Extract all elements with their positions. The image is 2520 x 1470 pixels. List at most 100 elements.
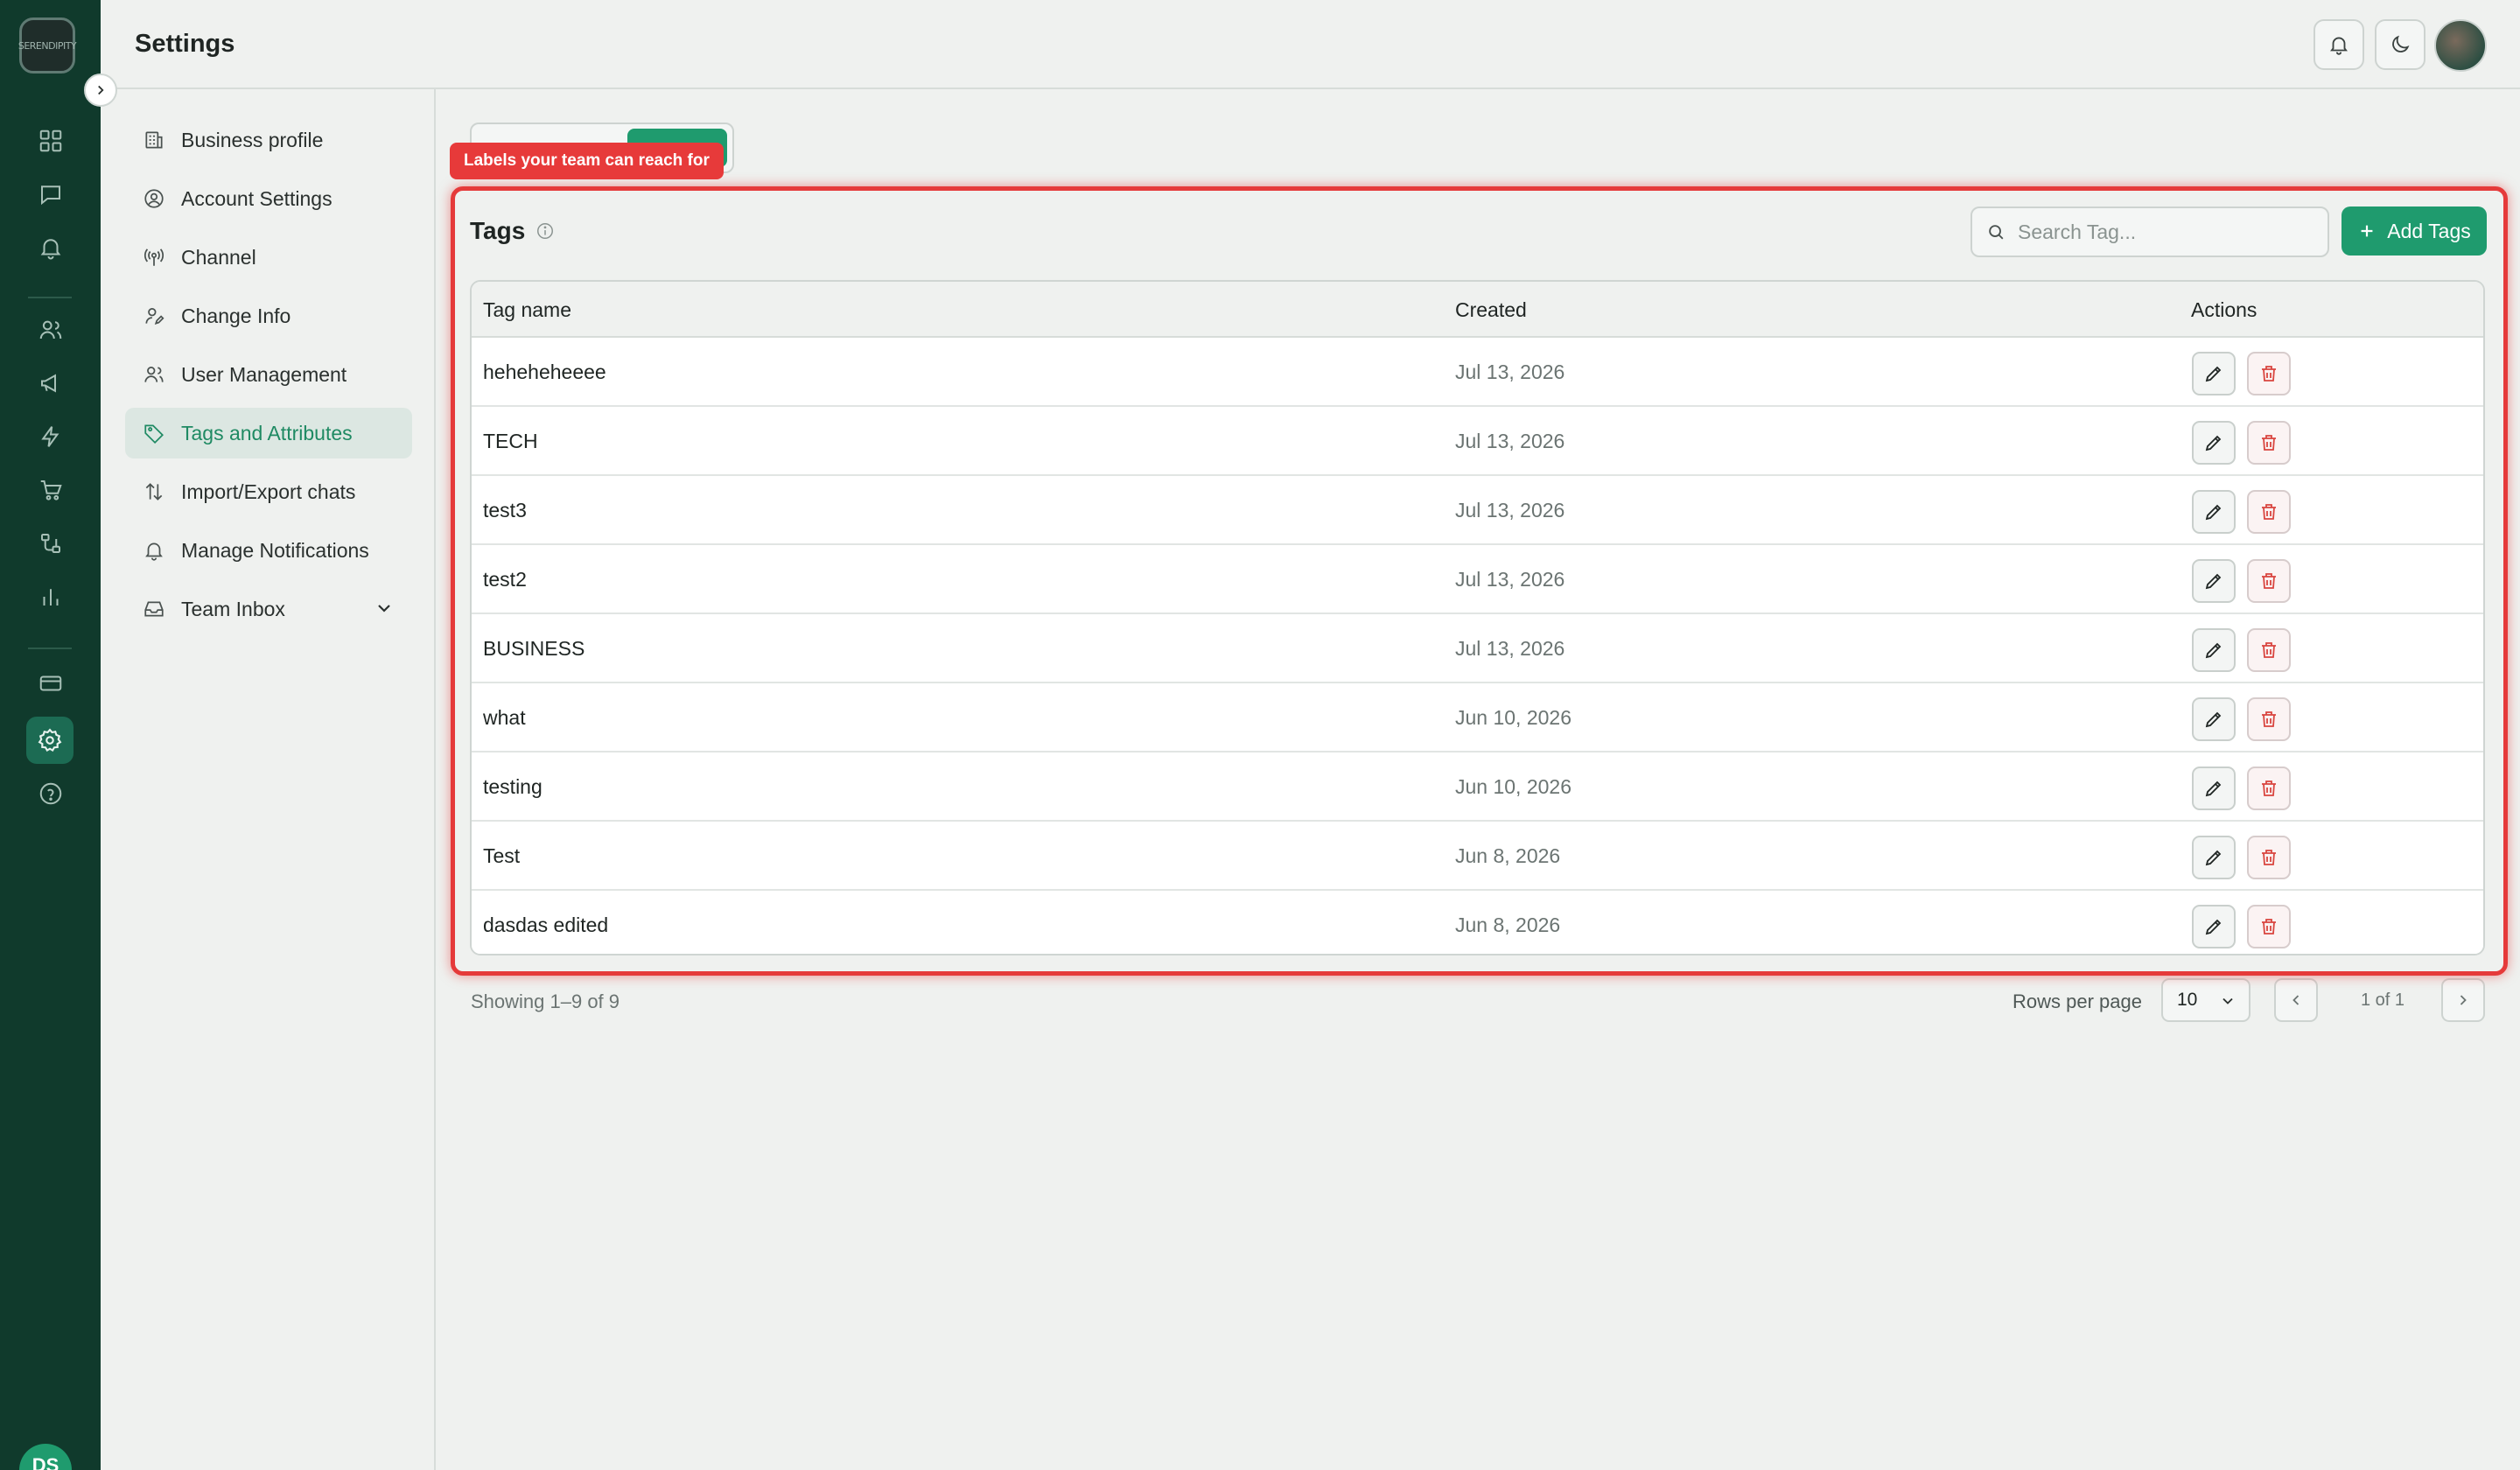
bolt-icon[interactable] — [32, 417, 70, 456]
edit-tag-button[interactable] — [2192, 905, 2236, 948]
created-date-cell: Jul 13, 2026 — [1455, 360, 1565, 383]
subnav-item-team-inbox[interactable]: Team Inbox — [125, 584, 412, 634]
flow-icon[interactable] — [32, 524, 70, 563]
subnav-item-business-profile[interactable]: Business profile — [125, 115, 412, 165]
users-icon — [143, 362, 167, 387]
rows-per-page-select[interactable]: 10 — [2161, 978, 2250, 1022]
delete-tag-button[interactable] — [2247, 421, 2291, 465]
trash-icon — [2262, 573, 2276, 589]
delete-tag-button[interactable] — [2247, 559, 2291, 603]
delete-tag-button[interactable] — [2247, 905, 2291, 948]
dashboard-icon[interactable] — [32, 122, 70, 160]
subnav-item-import-export-chats[interactable]: Import/Export chats — [125, 466, 412, 517]
edit-tag-button[interactable] — [2192, 697, 2236, 741]
app-logo[interactable]: SERENDIPITY — [18, 18, 77, 74]
table-row: heheheheeee Jul 13, 2026 — [472, 338, 2483, 407]
table-row: Test Jun 8, 2026 — [472, 822, 2483, 891]
info-icon[interactable] — [536, 221, 555, 241]
profile-avatar[interactable] — [2434, 19, 2487, 72]
subnav-label: Business profile — [181, 128, 324, 151]
delete-tag-button[interactable] — [2247, 836, 2291, 879]
cart-icon[interactable] — [32, 471, 70, 509]
user-circle-icon — [143, 186, 167, 211]
edit-tag-button[interactable] — [2192, 766, 2236, 810]
notifications-button[interactable] — [2314, 19, 2364, 70]
billing-icon[interactable] — [32, 664, 70, 703]
chevron-right-icon — [2460, 995, 2467, 1005]
tags-title: Tags — [470, 217, 555, 245]
rail-divider — [28, 297, 72, 298]
rows-per-page-value: 10 — [2177, 990, 2198, 1010]
tags-table: Tag name Created Actions heheheheeee Jul … — [470, 280, 2485, 956]
page-title: Settings — [135, 30, 235, 58]
trash-icon — [2262, 919, 2276, 934]
plus-icon — [2361, 225, 2373, 237]
tag-name-cell: what — [483, 706, 526, 729]
theme-toggle-button[interactable] — [2375, 19, 2426, 70]
moon-icon — [2392, 35, 2410, 52]
pencil-icon — [2205, 366, 2222, 382]
page-indicator: 1 of 1 — [2361, 990, 2405, 1010]
search-tag-input[interactable] — [2018, 220, 2315, 244]
trash-icon — [2262, 642, 2276, 658]
subnav-item-manage-notifications[interactable]: Manage Notifications — [125, 525, 412, 576]
trash-icon — [2262, 711, 2276, 727]
tag-name-cell: test3 — [483, 499, 527, 522]
edit-tag-button[interactable] — [2192, 490, 2236, 534]
chevron-down-icon[interactable] — [374, 598, 395, 624]
settings-icon[interactable] — [26, 717, 74, 764]
subnav-label: Import/Export chats — [181, 480, 356, 503]
search-tag-field[interactable] — [1970, 206, 2329, 257]
chat-icon[interactable] — [32, 175, 70, 214]
add-tags-button[interactable]: Add Tags — [2342, 206, 2487, 256]
help-icon[interactable] — [32, 774, 70, 813]
tags-title-text: Tags — [470, 217, 526, 244]
tooltip-label: Labels your team can reach for — [450, 143, 724, 179]
sidebar-toggle-button[interactable] — [84, 74, 117, 107]
tags-card: Tags Add Tags Tag name Created Actions h… — [455, 191, 2502, 971]
arrows-updown-icon — [143, 480, 167, 504]
delete-tag-button[interactable] — [2247, 697, 2291, 741]
subnav-item-account-settings[interactable]: Account Settings — [125, 173, 412, 224]
contacts-icon[interactable] — [32, 311, 70, 349]
user-edit-icon — [143, 304, 167, 328]
analytics-icon[interactable] — [32, 578, 70, 616]
subnav-item-change-info[interactable]: Change Info — [125, 290, 412, 341]
delete-tag-button[interactable] — [2247, 490, 2291, 534]
delete-tag-button[interactable] — [2247, 352, 2291, 396]
subnav-label: Team Inbox — [181, 597, 285, 620]
column-header-created: Created — [1455, 298, 1527, 321]
edit-tag-button[interactable] — [2192, 559, 2236, 603]
edit-tag-button[interactable] — [2192, 352, 2236, 396]
bell-icon[interactable] — [32, 228, 70, 267]
edit-tag-button[interactable] — [2192, 628, 2236, 672]
tag-name-cell: dasdas edited — [483, 914, 609, 936]
column-header-tag-name: Tag name — [483, 298, 572, 321]
bell-icon — [2330, 37, 2348, 55]
subnav-item-tags-and-attributes[interactable]: Tags and Attributes — [125, 408, 412, 458]
previous-page-button[interactable] — [2274, 978, 2318, 1022]
table-header: Tag name Created Actions — [472, 282, 2483, 338]
table-row: test2 Jul 13, 2026 — [472, 545, 2483, 614]
megaphone-icon[interactable] — [32, 364, 70, 402]
subnav-item-channel[interactable]: Channel — [125, 232, 412, 283]
building-icon — [143, 128, 167, 152]
edit-tag-button[interactable] — [2192, 421, 2236, 465]
next-page-button[interactable] — [2441, 978, 2485, 1022]
created-date-cell: Jun 10, 2026 — [1455, 775, 1572, 798]
rail-divider — [28, 648, 72, 649]
user-avatar[interactable]: DS — [19, 1444, 72, 1470]
subnav-item-user-management[interactable]: User Management — [125, 349, 412, 400]
created-date-cell: Jun 10, 2026 — [1455, 706, 1572, 729]
delete-tag-button[interactable] — [2247, 766, 2291, 810]
edit-tag-button[interactable] — [2192, 836, 2236, 879]
chevron-left-icon — [2292, 995, 2300, 1005]
tag-name-cell: heheheheeee — [483, 360, 606, 383]
pencil-icon — [2205, 711, 2222, 728]
chevron-right-icon — [98, 85, 104, 95]
tag-name-cell: testing — [483, 775, 542, 798]
delete-tag-button[interactable] — [2247, 628, 2291, 672]
settings-subnav: Business profile Account Settings Channe… — [101, 89, 436, 1470]
showing-count: Showing 1–9 of 9 — [471, 990, 620, 1012]
tag-name-cell: Test — [483, 844, 521, 867]
